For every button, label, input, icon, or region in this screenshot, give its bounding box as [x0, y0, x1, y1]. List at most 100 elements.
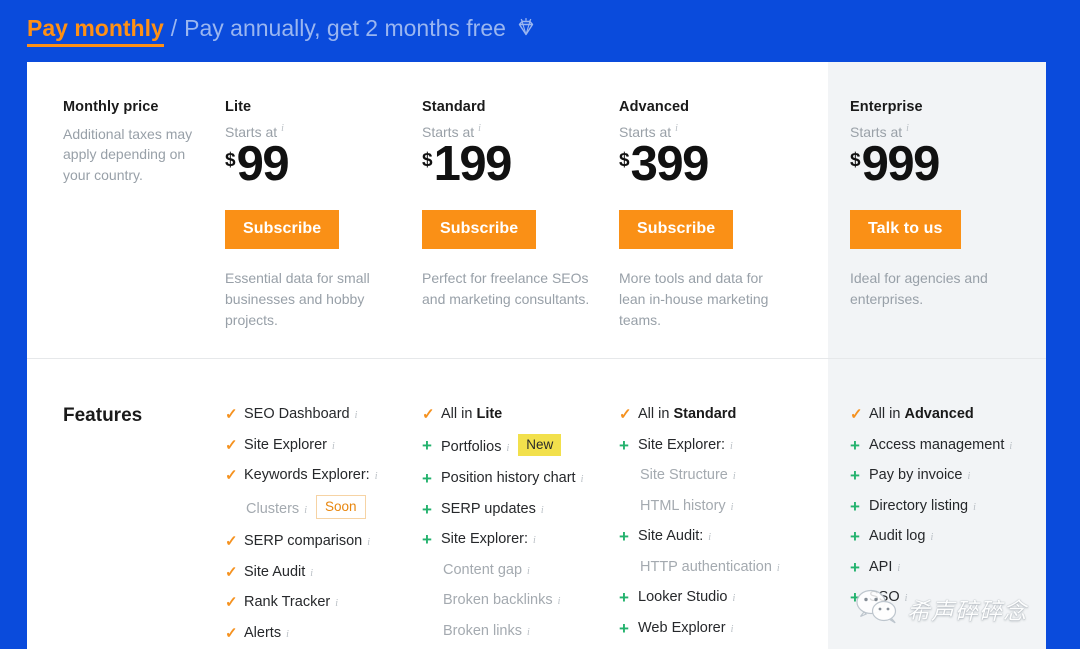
tab-pay-annually[interactable]: Pay annually, get 2 months free — [184, 15, 506, 42]
plan-blurb-lite: Essential data for small businesses and … — [225, 269, 370, 328]
feature-label: Clusters i Soon — [244, 494, 366, 522]
info-icon[interactable]: i — [708, 532, 711, 543]
plus-icon: + — [850, 527, 860, 547]
plus-icon: + — [422, 499, 432, 519]
info-icon[interactable]: i — [930, 532, 933, 543]
info-icon[interactable]: i — [730, 441, 733, 452]
info-icon[interactable]: i — [973, 502, 976, 513]
feature-item: HTML history i — [619, 497, 828, 517]
info-icon[interactable]: i — [332, 441, 335, 452]
feature-label: Pay by invoice i — [869, 467, 971, 484]
info-icon[interactable]: i — [906, 124, 909, 134]
feature-item: + Pay by invoice i — [850, 466, 1046, 486]
price-lite: $ 99 — [225, 137, 408, 191]
tab-pay-monthly[interactable]: Pay monthly — [27, 15, 164, 48]
feature-label: Audit log i — [869, 528, 934, 545]
feature-item: + Portfolios i New — [422, 433, 619, 459]
diamond-icon — [515, 17, 537, 43]
feature-item: ✓ Keywords Explorer: i — [225, 466, 422, 486]
feature-label: Site Explorer: i — [441, 531, 536, 548]
info-icon[interactable]: i — [281, 124, 284, 134]
feature-item: ✓ All in Standard — [619, 405, 828, 425]
plan-name-standard: Standard — [422, 99, 486, 115]
info-icon[interactable]: i — [355, 410, 358, 421]
currency-symbol: $ — [619, 150, 630, 171]
info-icon[interactable]: i — [286, 629, 289, 640]
features-row: Features ✓ SEO Dashboard i ✓ Site Explorer i ✓… — [27, 358, 1046, 649]
feature-label: Portfolios i New — [441, 433, 562, 459]
check-icon: ✓ — [225, 406, 238, 423]
info-icon[interactable]: i — [375, 471, 378, 482]
info-icon[interactable]: i — [968, 471, 971, 482]
plan-column-lite: Lite Starts at i $ 99 Subscribe Essentia… — [225, 99, 422, 358]
feature-item: + Access management i — [850, 436, 1046, 456]
subscribe-button-lite[interactable]: Subscribe — [225, 209, 340, 249]
plan-blurb-enterprise: Ideal for agencies and enterprises. — [850, 269, 988, 307]
feature-item: + Site Audit: i — [619, 527, 828, 547]
info-icon[interactable]: i — [367, 537, 370, 548]
feature-plan-name: Standard — [673, 406, 737, 422]
plan-name-enterprise: Enterprise — [850, 99, 923, 115]
info-icon[interactable]: i — [1009, 441, 1012, 452]
info-icon[interactable]: i — [558, 596, 561, 607]
plus-icon: + — [422, 435, 432, 455]
price-amount: 399 — [630, 137, 710, 191]
check-icon: ✓ — [225, 533, 238, 551]
feature-item: Broken links i — [422, 622, 619, 642]
tax-note: Additional taxes may apply depending on … — [63, 126, 193, 183]
price-amount: 99 — [236, 137, 290, 191]
feature-label: SSO i — [869, 589, 908, 606]
plan-column-advanced: Advanced Starts at i $ 399 Subscribe Mor… — [619, 99, 828, 358]
feature-label: Rank Tracker i — [244, 594, 339, 611]
feature-item: ✓ SEO Dashboard i — [225, 405, 422, 425]
feature-label: SERP comparison i — [244, 533, 370, 550]
features-heading: Features — [63, 405, 143, 426]
feature-item: + API i — [850, 558, 1046, 578]
info-icon[interactable]: i — [478, 124, 481, 134]
feature-item: Clusters i Soon — [225, 494, 422, 522]
info-icon[interactable]: i — [304, 505, 307, 516]
feature-item: + Audit log i — [850, 527, 1046, 547]
feature-label: Access management i — [869, 436, 1013, 453]
info-icon[interactable]: i — [506, 443, 509, 454]
feature-list-advanced: ✓ All in Standard + Site Explorer: i Site Str… — [619, 405, 828, 649]
features-label-cell: Features — [27, 405, 225, 649]
feature-item: + Directory listing i — [850, 497, 1046, 517]
check-icon: ✓ — [850, 406, 863, 423]
info-icon[interactable]: i — [533, 535, 536, 546]
feature-label: Broken links i — [443, 622, 530, 639]
subscribe-button-standard[interactable]: Subscribe — [422, 209, 537, 249]
currency-symbol: $ — [850, 150, 861, 171]
info-icon[interactable]: i — [777, 563, 780, 574]
feature-item: ✓ All in Lite — [422, 405, 619, 425]
new-badge: New — [518, 433, 562, 457]
feature-label: SERP updates i — [441, 500, 544, 517]
feature-label: Web Explorer i — [638, 619, 734, 636]
info-icon[interactable]: i — [732, 593, 735, 604]
info-icon[interactable]: i — [527, 627, 530, 638]
subscribe-button-advanced[interactable]: Subscribe — [619, 209, 734, 249]
pricing-row: Monthly price Additional taxes may apply… — [27, 62, 1046, 358]
info-icon[interactable]: i — [731, 502, 734, 513]
section-divider — [27, 358, 1046, 359]
feature-item: ✓ Site Explorer i — [225, 436, 422, 456]
info-icon[interactable]: i — [733, 471, 736, 482]
info-icon[interactable]: i — [541, 505, 544, 516]
info-icon[interactable]: i — [310, 568, 313, 579]
feature-label: Site Audit i — [244, 563, 314, 580]
info-icon[interactable]: i — [527, 566, 530, 577]
info-icon[interactable]: i — [731, 624, 734, 635]
check-icon: ✓ — [225, 594, 238, 612]
talk-to-us-button[interactable]: Talk to us — [850, 209, 961, 249]
info-icon[interactable]: i — [335, 598, 338, 609]
info-icon[interactable]: i — [675, 124, 678, 134]
check-icon: ✓ — [422, 406, 435, 423]
info-icon[interactable]: i — [897, 563, 900, 574]
check-icon: ✓ — [619, 406, 632, 423]
info-icon[interactable]: i — [581, 474, 584, 485]
feature-item: ✓ Alerts i — [225, 624, 422, 644]
info-icon[interactable]: i — [905, 593, 908, 604]
feature-label: Keywords Explorer: i — [244, 467, 378, 484]
feature-plan-name: Advanced — [904, 406, 974, 422]
feature-item: + Site Explorer: i — [422, 530, 619, 550]
